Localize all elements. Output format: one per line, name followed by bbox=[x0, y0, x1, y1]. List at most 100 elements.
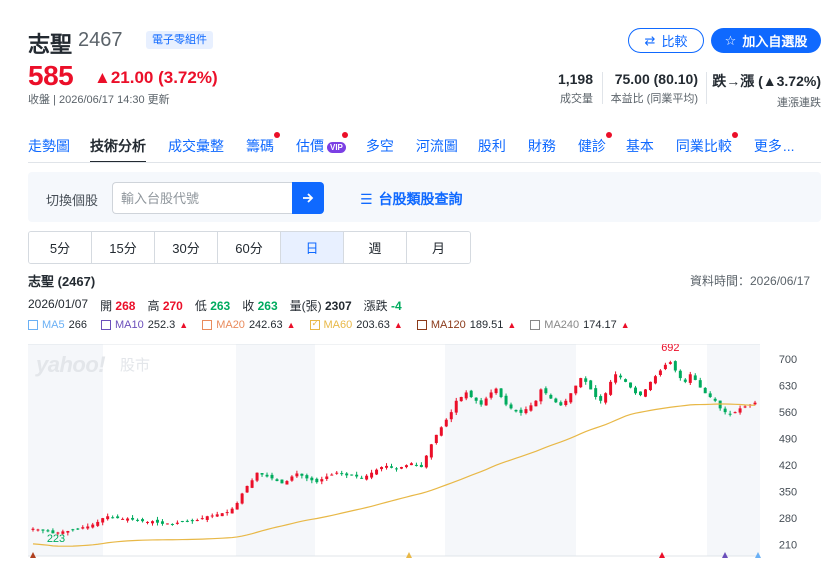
tab-3[interactable]: 籌碼 bbox=[246, 132, 280, 160]
candle-body bbox=[514, 409, 518, 412]
max-price-label: 692 bbox=[661, 344, 679, 354]
interval-3[interactable]: 60分 bbox=[218, 232, 281, 263]
y-tick-label: 420 bbox=[779, 460, 797, 472]
ma-value: 203.63 bbox=[356, 319, 390, 331]
stat-value: 1,198 bbox=[557, 71, 593, 87]
tab-8[interactable]: 財務 bbox=[528, 136, 556, 160]
ohlc-close: 收 263 bbox=[242, 297, 277, 314]
stat-label: 成交量 bbox=[560, 93, 593, 105]
interval-selector: 5分 15分 30分 60分日週月 bbox=[28, 231, 471, 264]
watermark-text: 股市 bbox=[120, 357, 151, 374]
candle-body bbox=[414, 464, 418, 466]
candle-body bbox=[265, 474, 269, 477]
candle-body bbox=[375, 469, 379, 475]
ohlc-low-value: 263 bbox=[210, 299, 231, 313]
interval-1[interactable]: 15分 bbox=[92, 232, 155, 263]
candle-body bbox=[66, 531, 70, 533]
candle-body bbox=[698, 380, 702, 388]
candle-body bbox=[579, 378, 583, 388]
search-submit-button[interactable] bbox=[292, 182, 324, 214]
tab-label: 成交彙整 bbox=[168, 138, 224, 154]
notification-dot bbox=[605, 132, 612, 138]
tab-5[interactable]: 多空 bbox=[366, 136, 394, 160]
tab-1[interactable]: 技術分析 bbox=[90, 136, 146, 163]
interval-6[interactable]: 月 bbox=[407, 232, 470, 263]
candle-body bbox=[320, 479, 324, 482]
interval-4[interactable]: 日 bbox=[281, 232, 344, 263]
candle-body bbox=[335, 472, 339, 474]
star-icon: ☆ bbox=[724, 32, 737, 48]
interval-2[interactable]: 30分 bbox=[155, 232, 218, 263]
chart-band bbox=[707, 344, 760, 556]
ma-toggle-ma120[interactable]: MA120 189.51 ▲ bbox=[416, 319, 517, 331]
category-query-link[interactable]: ☰ 台股類股查詢 bbox=[360, 189, 463, 209]
candle-body bbox=[489, 392, 493, 398]
stock-search-input[interactable] bbox=[112, 182, 292, 214]
candle-body bbox=[390, 466, 394, 468]
add-watchlist-button[interactable]: ☆ 加入自選股 bbox=[711, 28, 821, 53]
ohlc-high-label: 高 bbox=[147, 299, 160, 313]
tab-2[interactable]: 成交彙整 bbox=[168, 136, 224, 160]
candlestick-chart[interactable]: 700 630 560 490 420 350 280 210 692 223 bbox=[28, 344, 821, 566]
candle-body bbox=[499, 388, 503, 397]
ma-name: MA5 bbox=[42, 319, 65, 331]
candle-body bbox=[155, 519, 159, 523]
stat-value: 75.00 (80.10) bbox=[614, 71, 698, 87]
candle-body bbox=[688, 374, 692, 383]
ma-value: 174.17 bbox=[583, 319, 617, 331]
candle-body bbox=[380, 467, 384, 470]
tab-11[interactable]: 同業比較 bbox=[676, 132, 738, 160]
tab-10[interactable]: 基本 bbox=[626, 136, 654, 160]
ma-toggle-ma60[interactable]: ✓ MA60 203.63 ▲ bbox=[309, 318, 403, 331]
ohlc-low: 低 263 bbox=[195, 297, 230, 314]
tab-7[interactable]: 股利 bbox=[478, 136, 506, 160]
candle-body bbox=[190, 520, 194, 522]
candle-body bbox=[245, 485, 249, 493]
candle-body bbox=[678, 370, 682, 379]
ma-name: MA10 bbox=[114, 319, 144, 331]
candle-body bbox=[609, 381, 613, 395]
tab-4[interactable]: 估價 VIP bbox=[296, 132, 348, 160]
candle-body bbox=[594, 388, 598, 397]
candle-body bbox=[634, 387, 638, 394]
candle-body bbox=[255, 472, 259, 481]
ohlc-open-value: 268 bbox=[115, 299, 136, 313]
stat-streak: 跌→漲 (▲3.72%) 連漲連跌 bbox=[712, 71, 821, 110]
compare-button[interactable]: ⇄ 比較 bbox=[628, 28, 704, 53]
watchlist-label: 加入自選股 bbox=[742, 34, 808, 49]
candle-body bbox=[126, 518, 130, 521]
candle-body bbox=[310, 477, 314, 481]
candle-body bbox=[330, 474, 334, 476]
divider bbox=[602, 72, 603, 104]
candle-body bbox=[449, 412, 453, 420]
ma-toggle-ma5[interactable]: MA5 266 bbox=[28, 319, 87, 331]
candle-body bbox=[554, 398, 558, 403]
candle-body bbox=[275, 479, 279, 482]
category-badge[interactable]: 電子零組件 bbox=[146, 31, 213, 49]
candle-body bbox=[504, 395, 508, 405]
tab-label: 健診 bbox=[577, 138, 606, 154]
ma-toggle-ma20[interactable]: MA20 242.63 ▲ bbox=[202, 319, 296, 331]
candle-body bbox=[215, 514, 219, 517]
ma-toggle-ma240[interactable]: MA240 174.17 ▲ bbox=[530, 319, 630, 331]
candle-body bbox=[91, 524, 95, 528]
candle-body bbox=[534, 400, 538, 407]
up-arrow-icon: ▲ bbox=[507, 320, 517, 330]
candle-body bbox=[753, 402, 757, 405]
interval-5[interactable]: 週 bbox=[344, 232, 407, 263]
candle-body bbox=[439, 427, 443, 436]
candle-body bbox=[175, 522, 179, 524]
candle-body bbox=[604, 393, 608, 403]
ma-toggle-ma10[interactable]: MA10 252.3 ▲ bbox=[100, 319, 188, 331]
candle-body bbox=[574, 385, 578, 394]
candle-body bbox=[315, 478, 319, 483]
candle-body bbox=[195, 520, 199, 522]
ma-value: 242.63 bbox=[248, 319, 283, 331]
ma-value: 189.51 bbox=[469, 319, 504, 331]
tab-0[interactable]: 走勢圖 bbox=[28, 136, 70, 160]
tab-6[interactable]: 河流圖 bbox=[416, 136, 458, 160]
tab-12[interactable]: 更多... bbox=[754, 136, 795, 160]
candle-body bbox=[589, 380, 593, 390]
interval-0[interactable]: 5分 bbox=[29, 232, 92, 263]
tab-9[interactable]: 健診 bbox=[577, 132, 612, 160]
